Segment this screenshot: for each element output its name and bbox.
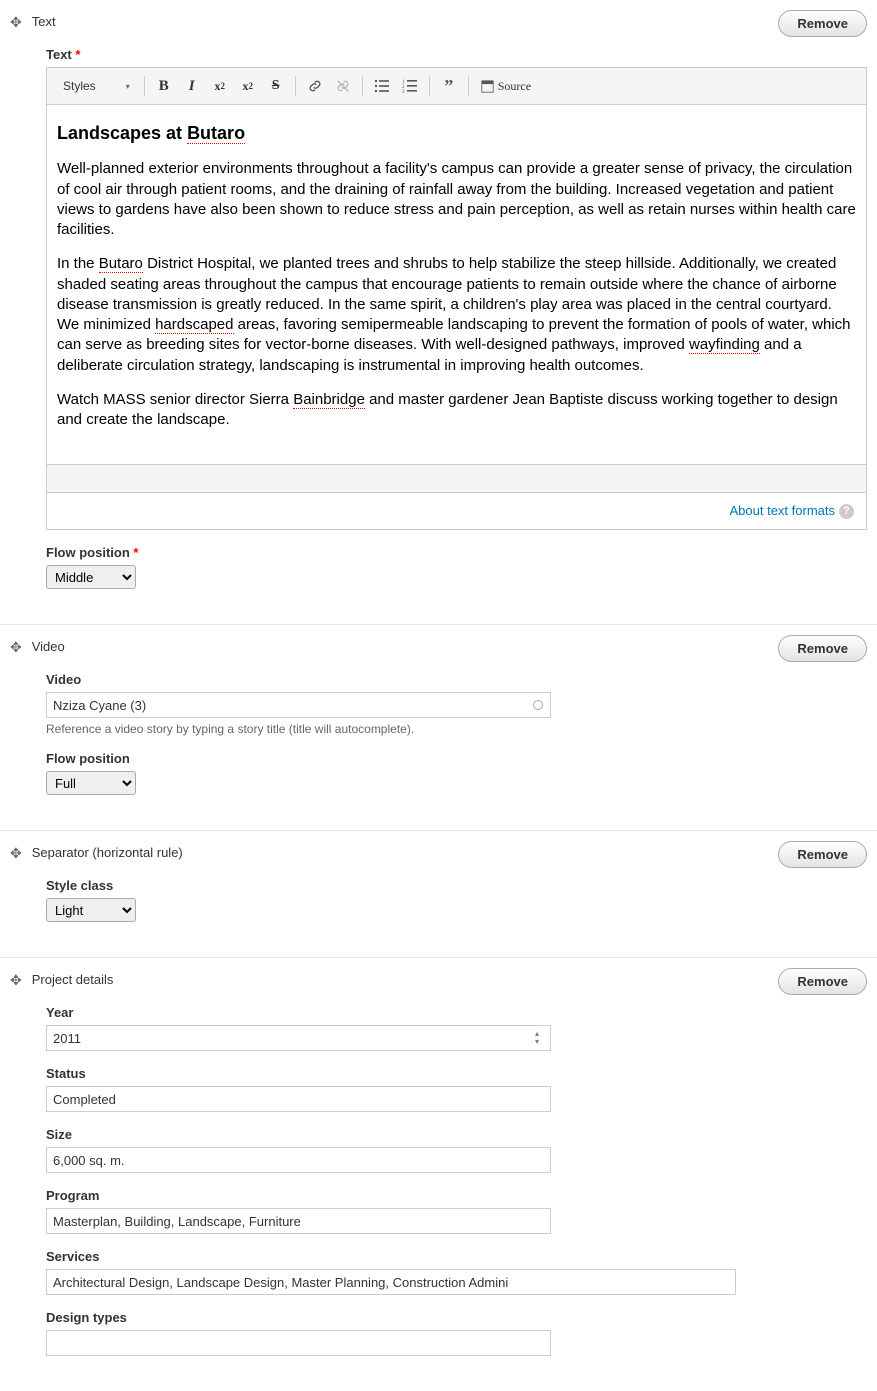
autocomplete-throbber-icon — [533, 700, 543, 710]
about-text-formats-link[interactable]: About text formats — [730, 503, 836, 518]
remove-button[interactable]: Remove — [778, 968, 867, 995]
text-field-label: Text * — [46, 47, 867, 62]
superscript-button[interactable]: x2 — [207, 74, 233, 98]
svg-text:3: 3 — [402, 90, 405, 94]
remove-button[interactable]: Remove — [778, 10, 867, 37]
section-title: Video — [32, 639, 65, 654]
drag-handle-icon[interactable]: ✥ — [10, 640, 22, 654]
section-text: ✥ Text Remove Text * Styles▾ B I x2 x2 S… — [0, 0, 877, 624]
status-input[interactable] — [46, 1086, 551, 1112]
drag-handle-icon[interactable]: ✥ — [10, 846, 22, 860]
section-video: ✥ Video Remove Video Reference a video s… — [0, 624, 877, 830]
size-input[interactable] — [46, 1147, 551, 1173]
italic-button[interactable]: I — [179, 74, 205, 98]
about-formats-row: About text formats? — [46, 493, 867, 530]
year-input[interactable] — [46, 1025, 551, 1051]
services-label: Services — [46, 1249, 867, 1264]
drag-handle-icon[interactable]: ✥ — [10, 15, 22, 29]
rich-text-editor: Styles▾ B I x2 x2 S 123 ” Source Landsca… — [46, 67, 867, 493]
services-input[interactable] — [46, 1269, 736, 1295]
number-list-button[interactable]: 123 — [397, 74, 423, 98]
section-title: Separator (horizontal rule) — [32, 845, 183, 860]
drag-handle-icon[interactable]: ✥ — [10, 973, 22, 987]
unlink-button[interactable] — [330, 74, 356, 98]
source-button[interactable]: Source — [475, 74, 537, 98]
rte-content-area[interactable]: Landscapes at Butaro Well-planned exteri… — [47, 105, 866, 464]
flow-position-label: Flow position — [46, 751, 867, 766]
strikethrough-button[interactable]: S — [263, 74, 289, 98]
program-input[interactable] — [46, 1208, 551, 1234]
design-types-label: Design types — [46, 1310, 867, 1325]
year-label: Year — [46, 1005, 867, 1020]
subscript-button[interactable]: x2 — [235, 74, 261, 98]
remove-button[interactable]: Remove — [778, 635, 867, 662]
rte-path-bar — [47, 464, 866, 492]
video-autocomplete-input[interactable] — [46, 692, 551, 718]
help-icon[interactable]: ? — [839, 504, 854, 519]
flow-position-label: Flow position * — [46, 545, 867, 560]
link-button[interactable] — [302, 74, 328, 98]
rte-toolbar: Styles▾ B I x2 x2 S 123 ” Source — [47, 68, 866, 105]
section-title: Project details — [32, 972, 114, 987]
remove-button[interactable]: Remove — [778, 841, 867, 868]
flow-position-select[interactable]: Middle — [46, 565, 136, 589]
style-class-select[interactable]: Light — [46, 898, 136, 922]
style-class-label: Style class — [46, 878, 867, 893]
blockquote-button[interactable]: ” — [436, 74, 462, 98]
video-hint: Reference a video story by typing a stor… — [46, 722, 867, 736]
video-field-label: Video — [46, 672, 867, 687]
bold-button[interactable]: B — [151, 74, 177, 98]
section-separator: ✥ Separator (horizontal rule) Remove Sty… — [0, 830, 877, 957]
status-label: Status — [46, 1066, 867, 1081]
styles-dropdown[interactable]: Styles▾ — [55, 76, 138, 96]
bullet-list-button[interactable] — [369, 74, 395, 98]
program-label: Program — [46, 1188, 867, 1203]
section-project-details: ✥ Project details Remove Year ▴▾ Status … — [0, 957, 877, 1391]
flow-position-select[interactable]: Full — [46, 771, 136, 795]
design-types-input[interactable] — [46, 1330, 551, 1356]
size-label: Size — [46, 1127, 867, 1142]
section-title: Text — [32, 14, 56, 29]
